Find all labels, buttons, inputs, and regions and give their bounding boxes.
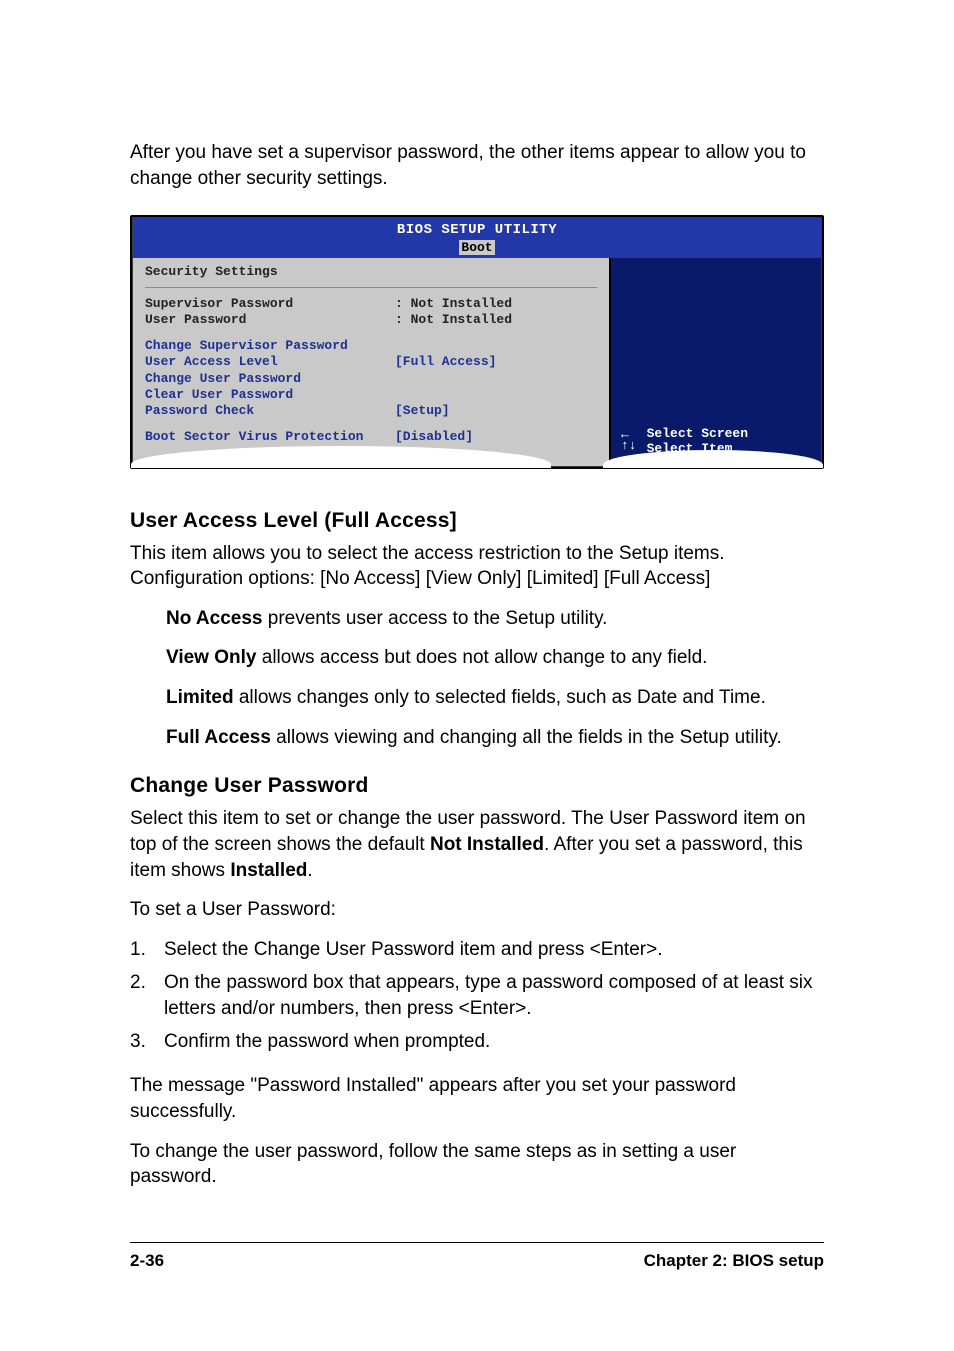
user-access-level-item[interactable]: User Access Level [Full Access] [145, 354, 597, 370]
option-no-access-text: prevents user access to the Setup utilit… [262, 608, 607, 629]
bios-tab-row: Boot [133, 238, 821, 258]
option-full-access-text: allows viewing and changing all the fiel… [271, 727, 782, 748]
footer-divider [130, 1242, 824, 1243]
step-3-num: 3. [130, 1029, 164, 1056]
nav-select-screen: Select Screen [647, 426, 748, 441]
change-user-password-item[interactable]: Change User Password [145, 371, 597, 387]
bios-title-bar: BIOS SETUP UTILITY [133, 218, 821, 238]
step-3: 3.Confirm the password when prompted. [130, 1029, 824, 1056]
user-access-level-label: User Access Level [145, 354, 395, 370]
page-footer: 2-36 Chapter 2: BIOS setup [130, 1242, 824, 1271]
bios-tab-boot: Boot [459, 240, 494, 255]
change-user-password-p1: Select this item to set or change the us… [130, 806, 824, 883]
change-user-p1e: . [307, 860, 312, 881]
option-view-only: View Only allows access but does not all… [166, 645, 824, 671]
option-view-only-text: allows access but does not allow change … [256, 647, 707, 668]
user-access-level-value: [Full Access] [395, 354, 496, 370]
change-user-p1b: Not Installed [430, 834, 544, 855]
user-password-label: User Password [145, 312, 395, 328]
supervisor-password-row: Supervisor Password : Not Installed [145, 296, 597, 312]
divider [145, 287, 597, 288]
option-full-access-bold: Full Access [166, 727, 271, 748]
step-2-text: On the password box that appears, type a… [164, 970, 824, 1023]
to-set-user-password: To set a User Password: [130, 897, 824, 923]
change-user-p1d: Installed [230, 860, 307, 881]
step-1-num: 1. [130, 937, 164, 964]
password-check-value: [Setup] [395, 403, 450, 419]
option-limited: Limited allows changes only to selected … [166, 685, 824, 711]
bios-title: BIOS SETUP UTILITY [397, 222, 557, 238]
password-installed-message: The message "Password Installed" appears… [130, 1073, 824, 1124]
chapter-title: Chapter 2: BIOS setup [644, 1251, 824, 1271]
option-limited-text: allows changes only to selected fields, … [234, 687, 766, 708]
user-access-level-heading: User Access Level (Full Access] [130, 509, 824, 533]
bios-screenshot: BIOS SETUP UTILITY Boot Security Setting… [130, 215, 824, 468]
step-3-text: Confirm the password when prompted. [164, 1029, 824, 1056]
bios-left-panel: Security Settings Supervisor Password : … [133, 258, 611, 465]
to-change-password: To change the user password, follow the … [130, 1139, 824, 1190]
supervisor-password-label: Supervisor Password [145, 296, 395, 312]
password-check-item[interactable]: Password Check [Setup] [145, 403, 597, 419]
clear-user-password-item[interactable]: Clear User Password [145, 387, 597, 403]
user-password-status: : Not Installed [395, 312, 512, 328]
boot-sector-virus-value: [Disabled] [395, 429, 473, 445]
change-supervisor-password-label: Change Supervisor Password [145, 338, 395, 354]
change-supervisor-password-item[interactable]: Change Supervisor Password [145, 338, 597, 354]
password-check-label: Password Check [145, 403, 395, 419]
option-limited-bold: Limited [166, 687, 234, 708]
step-2: 2.On the password box that appears, type… [130, 970, 824, 1023]
intro-text: After you have set a supervisor password… [130, 140, 824, 191]
option-view-only-bold: View Only [166, 647, 256, 668]
step-2-num: 2. [130, 970, 164, 1023]
clear-user-password-label: Clear User Password [145, 387, 395, 403]
bios-right-panel: ← ↑↓ Select Screen Select Item [611, 258, 821, 465]
change-user-password-label: Change User Password [145, 371, 395, 387]
option-no-access: No Access prevents user access to the Se… [166, 606, 824, 632]
nav-arrows-icon: ← ↑↓ [621, 430, 637, 451]
arrow-updown-icon: ↑↓ [621, 441, 637, 451]
security-settings-heading: Security Settings [145, 264, 597, 280]
page-number: 2-36 [130, 1251, 164, 1271]
supervisor-password-status: : Not Installed [395, 296, 512, 312]
step-1: 1.Select the Change User Password item a… [130, 937, 824, 964]
step-1-text: Select the Change User Password item and… [164, 937, 824, 964]
option-full-access: Full Access allows viewing and changing … [166, 725, 824, 751]
boot-sector-virus-item[interactable]: Boot Sector Virus Protection [Disabled] [145, 429, 597, 445]
change-user-password-heading: Change User Password [130, 774, 824, 798]
boot-sector-virus-label: Boot Sector Virus Protection [145, 429, 395, 445]
user-password-row: User Password : Not Installed [145, 312, 597, 328]
option-no-access-bold: No Access [166, 608, 262, 629]
user-access-intro: This item allows you to select the acces… [130, 541, 824, 592]
steps-list: 1.Select the Change User Password item a… [130, 937, 824, 1055]
